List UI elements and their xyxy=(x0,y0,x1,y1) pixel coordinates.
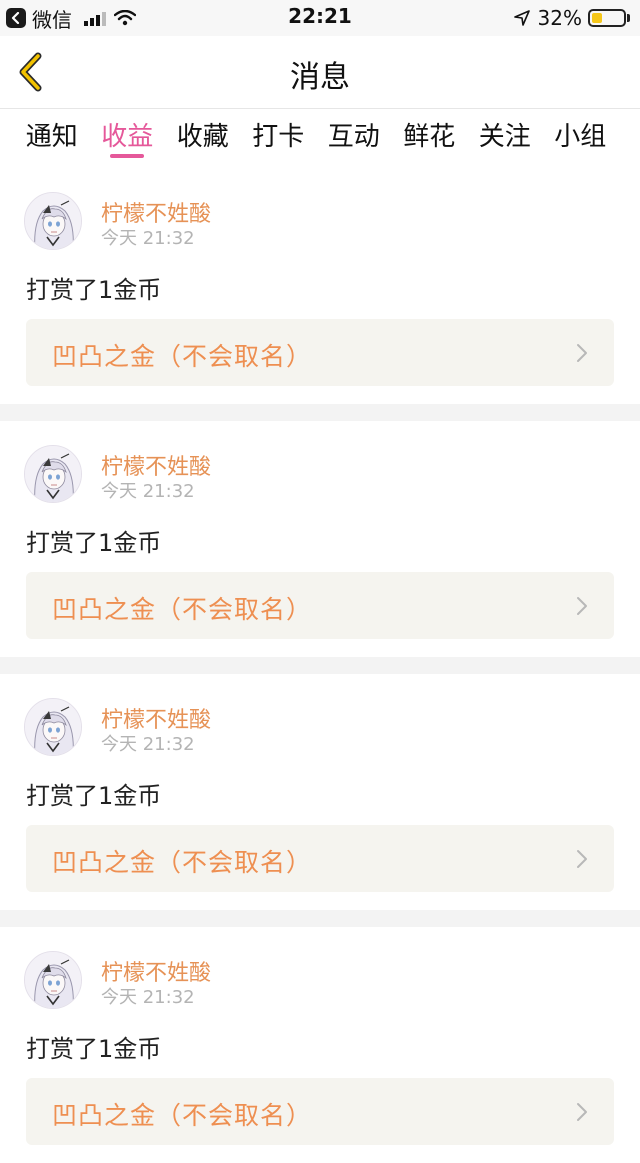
tab-5[interactable]: 鲜花 xyxy=(392,110,468,166)
tab-0[interactable]: 通知 xyxy=(14,110,90,166)
linked-work-card[interactable]: 凹凸之金（不会取名） xyxy=(26,825,614,892)
tab-1[interactable]: 收益 xyxy=(90,110,166,166)
tab-label: 收益 xyxy=(101,122,154,152)
linked-work-title: 凹凸之金（不会取名） xyxy=(52,595,313,624)
battery-nub xyxy=(627,14,630,22)
linked-work-title: 凹凸之金（不会取名） xyxy=(52,342,313,371)
avatar[interactable] xyxy=(24,951,82,1009)
tab-3[interactable]: 打卡 xyxy=(241,110,317,166)
feed-separator xyxy=(0,910,640,927)
message-feed: 柠檬不姓酸 今天 21:32 打赏了1金币 凹凸之金（不会取名） 柠檬不姓酸 今天 21:… xyxy=(0,168,640,1163)
tab-4[interactable]: 互动 xyxy=(316,110,392,166)
tab-7[interactable]: 小组 xyxy=(543,110,619,166)
timestamp: 今天 21:32 xyxy=(101,734,195,755)
avatar[interactable] xyxy=(24,192,82,250)
action-text: 打赏了1金币 xyxy=(26,1035,162,1063)
tab-label: 小组 xyxy=(554,122,607,152)
location-arrow-icon xyxy=(513,10,530,26)
action-text: 打赏了1金币 xyxy=(26,276,162,304)
feed-separator xyxy=(0,404,640,421)
linked-work-card[interactable]: 凹凸之金（不会取名） xyxy=(26,1078,614,1145)
tab-label: 鲜花 xyxy=(403,122,456,152)
linked-work-card[interactable]: 凹凸之金（不会取名） xyxy=(26,319,614,386)
linked-work-title: 凹凸之金（不会取名） xyxy=(52,1101,313,1130)
tab-label: 打卡 xyxy=(252,122,305,152)
avatar[interactable] xyxy=(24,445,82,503)
nav-bar: 消息 xyxy=(0,36,640,109)
chevron-right-icon xyxy=(576,343,588,363)
feed-separator xyxy=(0,657,640,674)
linked-work-card[interactable]: 凹凸之金（不会取名） xyxy=(26,572,614,639)
tab-label: 关注 xyxy=(478,122,531,152)
timestamp: 今天 21:32 xyxy=(101,481,195,502)
status-bar: 微信 22:21 32% xyxy=(0,0,640,36)
tab-label: 收藏 xyxy=(176,122,229,152)
battery-percent: 32% xyxy=(537,6,582,30)
battery-level xyxy=(592,13,602,23)
action-text: 打赏了1金币 xyxy=(26,529,162,557)
chevron-right-icon xyxy=(576,1102,588,1122)
linked-work-title: 凹凸之金（不会取名） xyxy=(52,848,313,877)
reward-message-card: 柠檬不姓酸 今天 21:32 打赏了1金币 凹凸之金（不会取名） xyxy=(0,927,640,1163)
tab-6[interactable]: 关注 xyxy=(467,110,543,166)
page-title: 消息 xyxy=(290,60,350,95)
tab-2[interactable]: 收藏 xyxy=(165,110,241,166)
reward-message-card: 柠檬不姓酸 今天 21:32 打赏了1金币 凹凸之金（不会取名） xyxy=(0,421,640,657)
action-text: 打赏了1金币 xyxy=(26,782,162,810)
active-tab-indicator xyxy=(110,154,145,158)
chevron-right-icon xyxy=(576,849,588,869)
timestamp: 今天 21:32 xyxy=(101,987,195,1008)
avatar[interactable] xyxy=(24,698,82,756)
battery-icon xyxy=(588,9,626,27)
reward-message-card: 柠檬不姓酸 今天 21:32 打赏了1金币 凹凸之金（不会取名） xyxy=(0,674,640,910)
tab-bar: 通知 收益 收藏 打卡 互动 鲜花 关注 小组 xyxy=(0,110,640,166)
chevron-right-icon xyxy=(576,596,588,616)
tab-label: 通知 xyxy=(25,122,78,152)
reward-message-card: 柠檬不姓酸 今天 21:32 打赏了1金币 凹凸之金（不会取名） xyxy=(0,168,640,404)
timestamp: 今天 21:32 xyxy=(101,228,195,249)
tab-label: 互动 xyxy=(327,122,380,152)
